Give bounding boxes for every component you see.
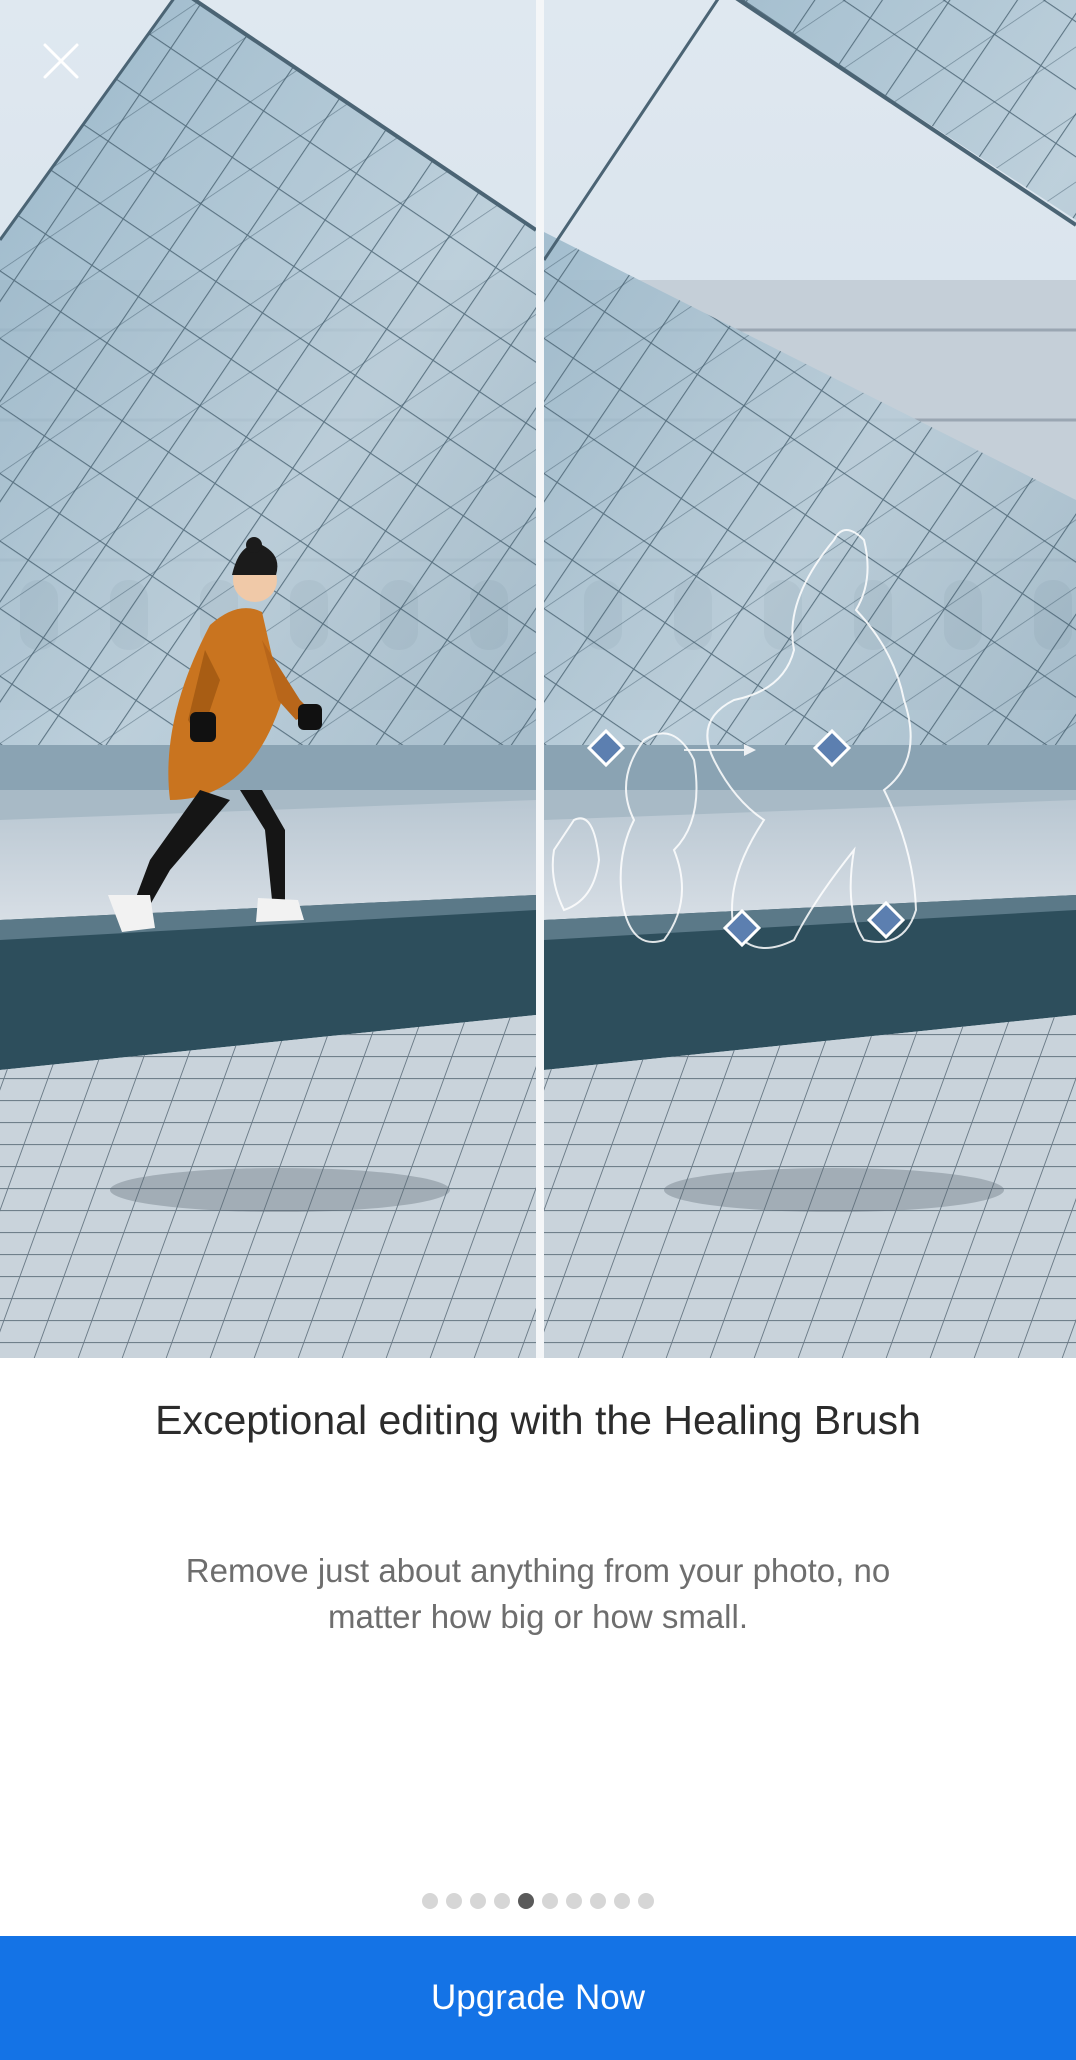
page-dot[interactable] bbox=[446, 1893, 462, 1909]
comparison-divider[interactable] bbox=[536, 0, 544, 1358]
feature-title: Exceptional editing with the Healing Bru… bbox=[155, 1397, 921, 1443]
page-dot[interactable] bbox=[590, 1893, 606, 1909]
page-indicator bbox=[0, 1893, 1076, 1909]
page-dot[interactable] bbox=[614, 1893, 630, 1909]
close-button[interactable] bbox=[30, 30, 92, 92]
close-icon bbox=[43, 43, 79, 79]
after-photo-art bbox=[544, 0, 1076, 1358]
page-dot[interactable] bbox=[566, 1893, 582, 1909]
page-dot-active[interactable] bbox=[518, 1893, 534, 1909]
before-photo bbox=[0, 0, 536, 1358]
before-photo-art bbox=[0, 0, 536, 1358]
page-dot[interactable] bbox=[542, 1893, 558, 1909]
page-dot[interactable] bbox=[470, 1893, 486, 1909]
feature-description: Remove just about anything from your pho… bbox=[185, 1552, 891, 1635]
before-after-image bbox=[0, 0, 1076, 1358]
upgrade-now-button[interactable]: Upgrade Now bbox=[0, 1936, 1076, 2060]
onboarding-screen: Exceptional editing with the Healing Bru… bbox=[0, 0, 1076, 2060]
page-dot[interactable] bbox=[422, 1893, 438, 1909]
page-dot[interactable] bbox=[494, 1893, 510, 1909]
page-dot[interactable] bbox=[638, 1893, 654, 1909]
after-photo bbox=[544, 0, 1076, 1358]
